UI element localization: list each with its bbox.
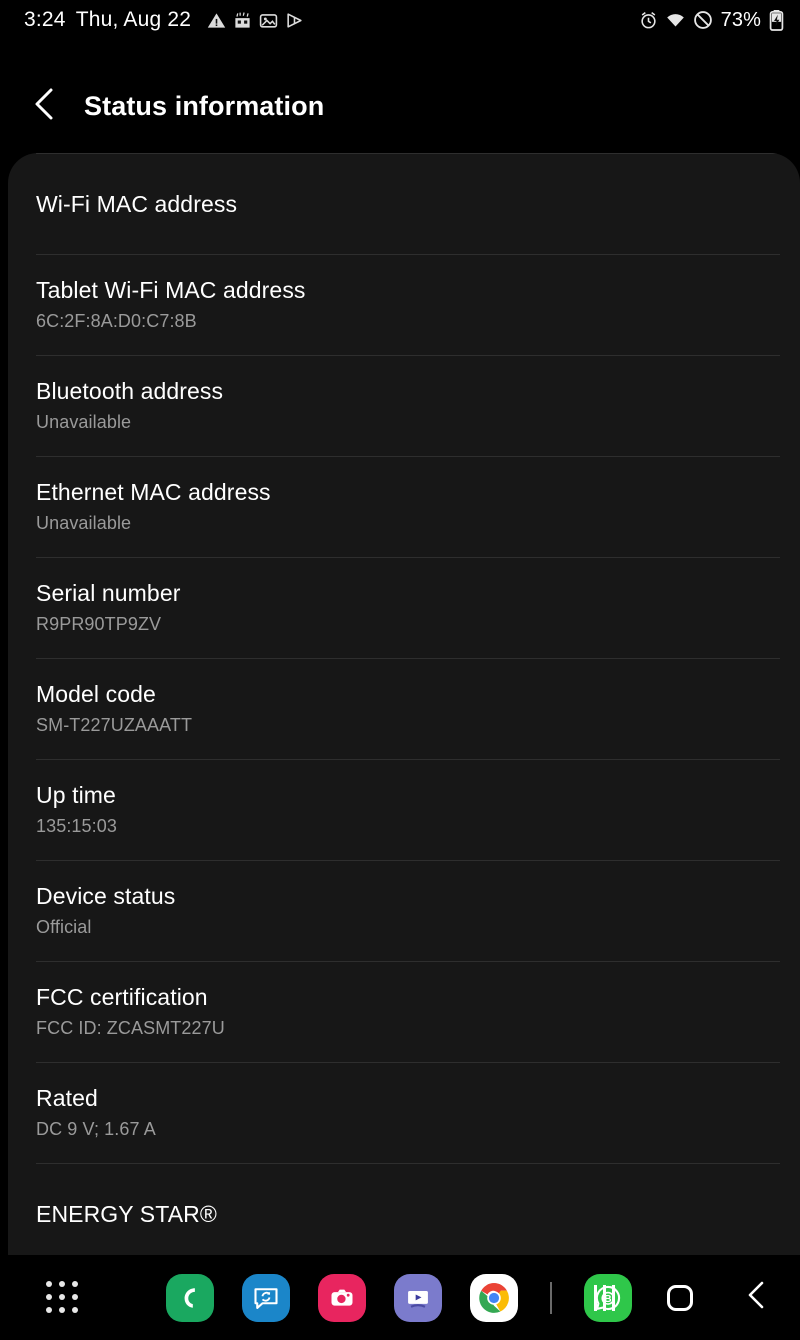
screen: 3:24 Thu, Aug 22 73% Status information … — [0, 0, 800, 1340]
list-item[interactable]: Up time 135:15:03 — [8, 759, 800, 860]
battery-charging-icon — [769, 9, 784, 31]
do-not-disturb-icon — [693, 10, 713, 30]
list-item-title: Up time — [36, 782, 116, 808]
status-bar: 3:24 Thu, Aug 22 73% — [0, 0, 800, 40]
list-divider — [36, 153, 780, 154]
navigation-bar — [584, 1278, 776, 1318]
gallery-image-icon — [259, 11, 278, 30]
list-item-title: Tablet Wi-Fi MAC address — [36, 277, 306, 303]
list-divider — [36, 961, 780, 962]
recents-button[interactable] — [584, 1278, 624, 1318]
list-divider — [36, 355, 780, 356]
list-item[interactable]: Tablet Wi-Fi MAC address 6C:2F:8A:D0:C7:8… — [8, 254, 800, 355]
list-item-title: Bluetooth address — [36, 378, 224, 404]
messages-app-icon[interactable] — [242, 1273, 290, 1322]
list-item[interactable]: Bluetooth address Unavailable — [8, 355, 800, 456]
play-triangle-icon — [285, 11, 304, 30]
back-button[interactable] — [736, 1278, 776, 1318]
taskbar-separator — [550, 1281, 552, 1314]
list-item-value: 6C:2F:8A:D0:C7:8B — [36, 311, 197, 331]
battery-percent-label: 73% — [720, 8, 761, 31]
list-item[interactable]: ENERGY STAR® — [8, 1163, 800, 1255]
header-back-button[interactable] — [16, 78, 72, 134]
confetti-icon — [233, 11, 252, 30]
wifi-icon — [665, 11, 686, 30]
home-button[interactable] — [660, 1278, 700, 1318]
chrome-app-icon[interactable] — [470, 1273, 518, 1322]
list-item-title: Device status — [36, 883, 176, 909]
list-item-value: Unavailable — [36, 412, 132, 432]
list-item-title: Serial number — [36, 580, 181, 606]
list-item-value: R9PR90TP9ZV — [36, 614, 162, 634]
status-bar-right: 73% — [639, 9, 784, 32]
list-divider — [36, 557, 780, 558]
status-bar-notification-icons — [207, 11, 304, 30]
list-item[interactable]: Rated DC 9 V; 1.67 A — [8, 1062, 800, 1163]
list-item-title: Wi-Fi MAC address — [36, 190, 238, 217]
warning-triangle-icon — [207, 11, 226, 30]
status-bar-left: 3:24 Thu, Aug 22 — [24, 8, 304, 32]
status-bar-clock: 3:24 — [24, 8, 66, 31]
status-bar-date: Thu, Aug 22 — [75, 8, 192, 31]
list-item-value: FCC ID: ZCASMT227U — [36, 1018, 225, 1038]
camera-app-icon[interactable] — [318, 1273, 366, 1322]
video-player-app-icon[interactable] — [394, 1273, 442, 1322]
list-item-value: Official — [36, 917, 92, 937]
list-item[interactable]: Serial number R9PR90TP9ZV — [8, 557, 800, 658]
list-item-title: Ethernet MAC address — [36, 479, 271, 505]
list-item[interactable]: Model code SM-T227UZAAATT — [8, 658, 800, 759]
list-divider — [36, 456, 780, 457]
list-item[interactable]: FCC certification FCC ID: ZCASMT227U — [8, 961, 800, 1062]
list-item-value: 135:15:03 — [36, 816, 117, 836]
taskbar: B — [0, 1255, 800, 1340]
list-item-value: SM-T227UZAAATT — [36, 715, 193, 735]
list-divider — [36, 658, 780, 659]
list-divider — [36, 860, 780, 861]
list-divider — [36, 254, 780, 255]
page-title: Status information — [84, 90, 325, 121]
alarm-clock-icon — [639, 11, 658, 30]
app-drawer-icon[interactable] — [46, 1280, 80, 1315]
chevron-left-icon — [745, 1280, 767, 1315]
list-divider — [36, 759, 780, 760]
list-item[interactable]: Ethernet MAC address Unavailable — [8, 456, 800, 557]
list-divider — [36, 1163, 780, 1164]
list-item[interactable]: Wi-Fi MAC address — [8, 153, 800, 254]
status-information-list: Wi-Fi MAC address Tablet Wi-Fi MAC addres… — [8, 153, 800, 1255]
list-item-title: Rated — [36, 1085, 98, 1111]
list-item-value: DC 9 V; 1.67 A — [36, 1119, 156, 1139]
list-item-title: Model code — [36, 681, 156, 707]
phone-app-icon[interactable] — [166, 1273, 214, 1322]
three-bars-icon — [593, 1284, 615, 1311]
list-item-title: ENERGY STAR® — [36, 1200, 217, 1227]
list-item-title: FCC certification — [36, 984, 208, 1010]
list-item[interactable]: Device status Official — [8, 860, 800, 961]
square-icon — [667, 1284, 693, 1311]
list-item-value: Unavailable — [36, 513, 132, 533]
chevron-left-icon — [31, 87, 57, 126]
page-header: Status information — [0, 72, 800, 140]
taskbar-apps: B — [166, 1273, 632, 1322]
list-divider — [36, 1062, 780, 1063]
